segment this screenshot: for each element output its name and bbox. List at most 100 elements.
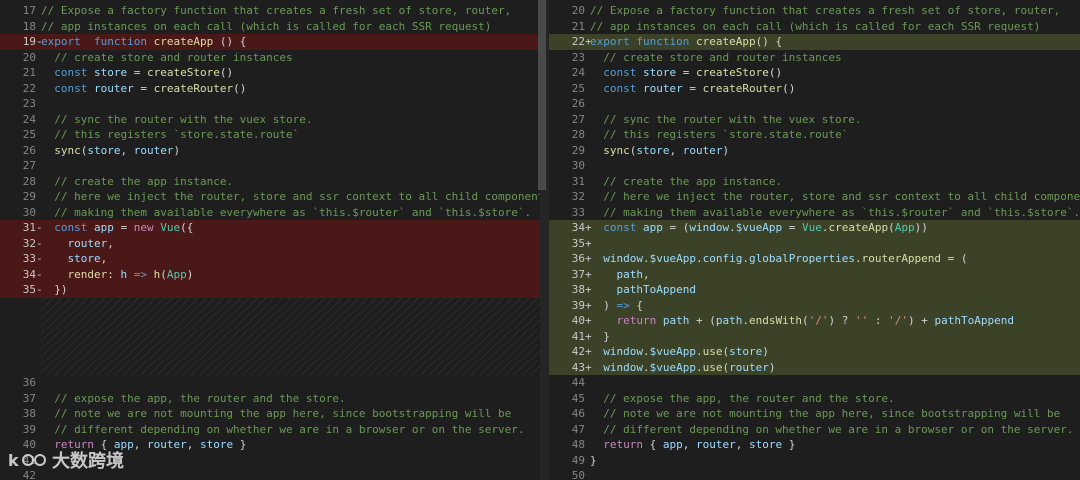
code-token: ) [186, 267, 194, 281]
code-text[interactable]: window.$vueApp.use(store) [590, 344, 1080, 360]
code-line: 21 // app instances on each call (which i… [549, 19, 1080, 35]
line-number: 40 [571, 314, 585, 327]
line-number: 31 [571, 174, 585, 188]
code-token: router [94, 81, 134, 95]
code-token: ) [762, 345, 769, 358]
filler-hatch [41, 359, 540, 375]
code-text[interactable]: path, [590, 267, 1080, 283]
code-text[interactable]: router, [41, 236, 540, 252]
code-text[interactable]: // expose the app, the router and the st… [590, 391, 1080, 407]
code-text[interactable]: const app = (window.$vueApp = Vue.create… [590, 220, 1080, 236]
code-text[interactable]: // Expose a factory function that create… [590, 3, 1080, 19]
code-line: 31- const app = new Vue({ [0, 220, 540, 236]
code-token: router [729, 360, 769, 374]
code-text[interactable]: // different depending on whether we are… [41, 422, 540, 438]
code-text[interactable]: const router = createRouter() [41, 81, 540, 97]
code-line: 30 [549, 158, 1080, 174]
code-text[interactable]: // note we are not mounting the app here… [41, 406, 540, 422]
code-line: 28 // this registers `store.state.route` [549, 127, 1080, 143]
line-number: 24 [571, 66, 585, 79]
code-token: store [67, 252, 101, 265]
diff-filler-row [0, 328, 540, 344]
code-token: const [603, 81, 637, 95]
code-text[interactable]: // this registers `store.state.route` [41, 127, 540, 143]
code-text[interactable]: // sync the router with the vuex store. [41, 112, 540, 128]
code-text[interactable]: // different depending on whether we are… [590, 422, 1080, 438]
code-token: '/' [888, 314, 908, 327]
code-line: 31 // create the app instance. [549, 174, 1080, 190]
code-text[interactable]: const store = createStore() [41, 65, 540, 81]
code-text[interactable]: sync(store, router) [41, 143, 540, 159]
code-text[interactable]: // expose the app, the router and the st… [41, 391, 540, 407]
code-token: $vueApp [649, 360, 696, 374]
code-token: // expose the app, the router and the st… [603, 391, 895, 405]
code-text[interactable]: pathToAppend [590, 282, 1080, 298]
line-number: 39 [571, 298, 585, 312]
code-token: = [113, 221, 134, 234]
code-text[interactable]: // making them available everywhere as `… [41, 205, 540, 221]
logo-icon: k [8, 451, 46, 470]
code-text[interactable]: // create store and router instances [41, 50, 540, 66]
line-number: 23 [571, 50, 585, 64]
code-token: window [689, 221, 730, 234]
code-text[interactable]: // app instances on each call (which is … [590, 19, 1080, 35]
code-text[interactable]: } [590, 453, 1080, 469]
code-text[interactable]: return path + (path.endsWith('/') ? '' :… [590, 313, 1080, 329]
code-line: 34- render: h => h(App) [0, 266, 540, 283]
code-text[interactable]: // making them available everywhere as `… [590, 205, 1080, 221]
code-text[interactable]: }) [41, 282, 540, 298]
code-text[interactable]: const app = new Vue({ [41, 220, 540, 236]
code-token: = [676, 66, 696, 79]
code-text[interactable]: // sync the router with the vuex store. [590, 112, 1080, 128]
code-text[interactable]: // this registers `store.state.route` [590, 127, 1080, 143]
code-text[interactable]: // here we inject the router, store and … [41, 189, 540, 205]
code-text[interactable]: window.$vueApp.config.globalProperties.r… [590, 251, 1080, 267]
code-text[interactable]: export function createApp() { [590, 34, 1080, 50]
code-text[interactable]: // Expose a factory function that create… [41, 3, 540, 19]
line-number: 34 [571, 221, 585, 234]
code-text[interactable]: export function createApp () { [41, 34, 540, 50]
code-text[interactable]: // create store and router instances [590, 50, 1080, 66]
code-token: createApp [153, 35, 214, 48]
code-text[interactable]: sync(store, router) [590, 143, 1080, 159]
code-token: new [133, 221, 154, 234]
right-diff-pane[interactable]: 20 // Expose a factory function that crea… [549, 0, 1080, 480]
code-text[interactable]: // create the app instance. [590, 174, 1080, 190]
code-text[interactable]: store, [41, 251, 540, 267]
code-token: . [742, 314, 749, 327]
line-number: 33 [22, 252, 36, 265]
line-number: 23 [22, 97, 36, 110]
svg-text:k: k [8, 451, 19, 470]
code-token: = [133, 81, 154, 95]
left-diff-pane[interactable]: 17 // Expose a factory function that crea… [0, 0, 540, 480]
code-text[interactable]: // create the app instance. [41, 174, 540, 190]
code-line: 37 // expose the app, the router and the… [0, 391, 540, 407]
code-text[interactable]: // here we inject the router, store and … [590, 189, 1080, 205]
code-text[interactable]: // note we are not mounting the app here… [590, 406, 1080, 422]
code-line: 38 // note we are not mounting the app h… [0, 406, 540, 422]
code-token: , [120, 143, 134, 157]
code-text[interactable]: } [590, 329, 1080, 345]
diff-filler-row [0, 313, 540, 329]
line-number: 39 [22, 422, 36, 436]
code-line: 22 const router = createRouter() [0, 81, 540, 97]
code-token: App [894, 221, 915, 234]
code-text[interactable]: const router = createRouter() [590, 81, 1080, 97]
code-text[interactable]: render: h => h(App) [41, 267, 540, 283]
code-token: createRouter [702, 81, 783, 95]
code-text[interactable]: ) => { [590, 298, 1080, 314]
code-text[interactable]: window.$vueApp.use(router) [590, 360, 1080, 376]
code-token: export [590, 35, 630, 48]
code-text[interactable]: const store = createStore() [590, 65, 1080, 81]
code-text[interactable]: // app instances on each call (which is … [41, 19, 540, 35]
code-line: 41 + } [549, 328, 1080, 345]
code-text[interactable]: return { app, router, store } [590, 437, 1080, 453]
scrollbar-thumb[interactable] [538, 0, 546, 190]
code-token: use [702, 360, 723, 374]
code-token: // here we inject the router, store and … [54, 190, 540, 203]
